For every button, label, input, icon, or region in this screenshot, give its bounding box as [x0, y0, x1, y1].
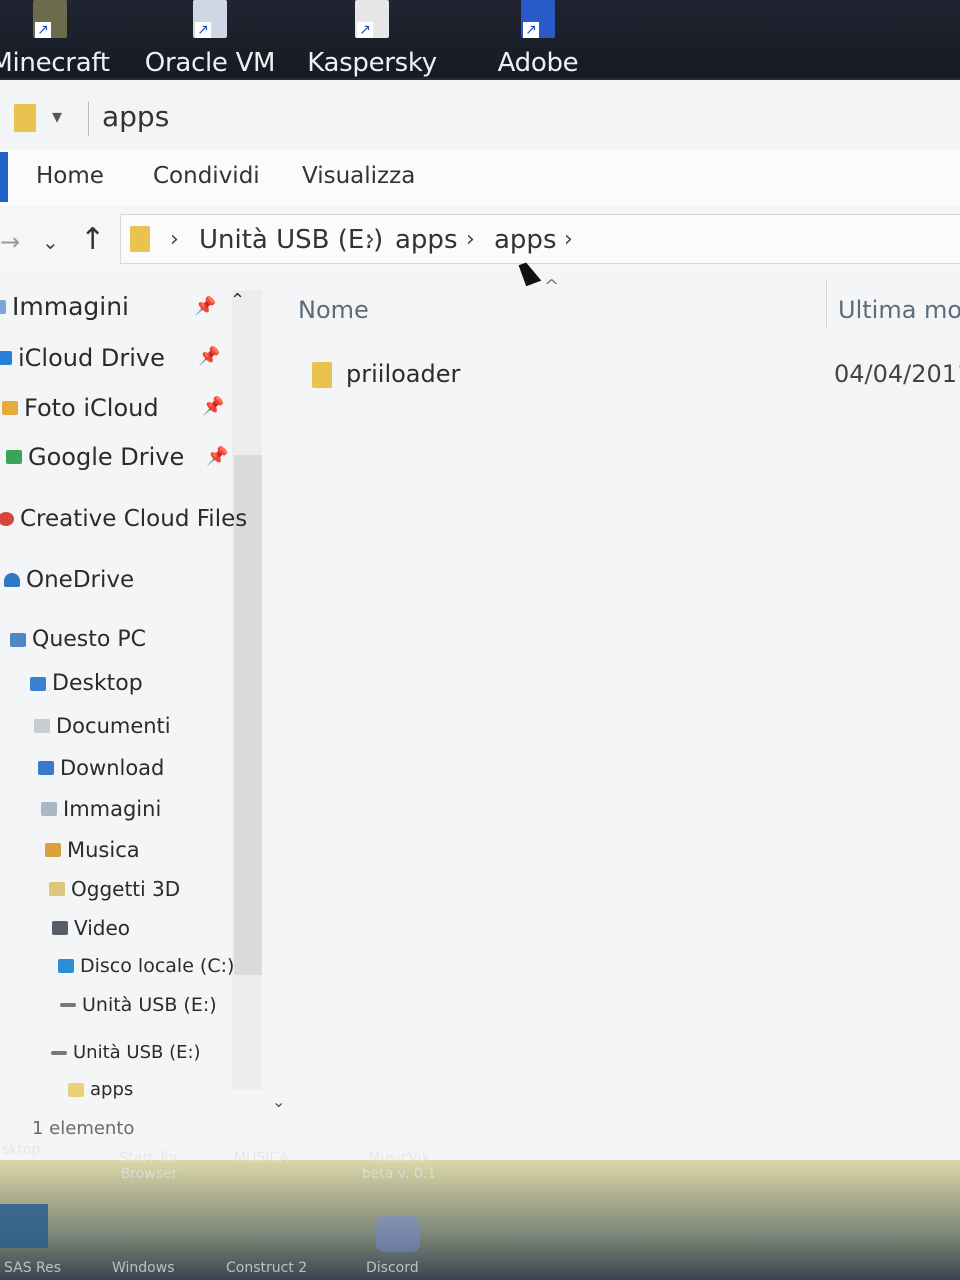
- desktop-icon: [30, 676, 46, 691]
- sidebar-item-apps[interactable]: apps: [68, 1079, 133, 1100]
- desktop-label[interactable]: Discord: [366, 1260, 419, 1276]
- sidebar-item-immagini[interactable]: Immagini: [41, 797, 161, 821]
- sidebar-item-icloud-drive[interactable]: iCloud Drive: [0, 344, 165, 372]
- sidebar-item-desktop[interactable]: Desktop: [30, 671, 143, 696]
- folder-icon: [312, 362, 332, 388]
- download-arrow-icon: [38, 761, 54, 775]
- desktop-label[interactable]: MUSICA: [234, 1150, 289, 1166]
- documents-icon: [34, 719, 50, 733]
- file-name: priiloader: [346, 360, 461, 388]
- sidebar-item-onedrive[interactable]: OneDrive: [4, 567, 134, 593]
- sidebar-item-documenti[interactable]: Documenti: [34, 714, 171, 738]
- breadcrumb-usb-drive[interactable]: Unità USB (E:): [199, 225, 383, 255]
- sidebar-item-questo-pc[interactable]: Questo PC: [10, 627, 146, 652]
- app-tile-icon[interactable]: [0, 1204, 48, 1248]
- address-folder-icon: [130, 226, 150, 252]
- computer-icon: [10, 632, 26, 647]
- quick-access-dropdown-icon[interactable]: ▾: [52, 104, 62, 128]
- file-modified-date: 04/04/2011: [834, 360, 960, 388]
- folder-icon: [14, 104, 36, 132]
- sidebar-item-immagini-pinned[interactable]: Immagini: [0, 292, 129, 321]
- up-arrow-icon[interactable]: ↑: [80, 222, 105, 257]
- pin-icon[interactable]: 📌: [202, 396, 224, 417]
- breadcrumb-chevron-icon[interactable]: ›: [466, 227, 475, 252]
- desktop-label[interactable]: SAS Res: [4, 1260, 61, 1276]
- desktop-top-strip: Minecraft Oracle VM Kaspersky Adobe: [0, 0, 960, 78]
- breadcrumb-apps[interactable]: apps: [395, 225, 458, 255]
- icloud-photos-icon: [2, 401, 18, 415]
- file-tab-accent[interactable]: [0, 152, 8, 202]
- title-separator: [88, 102, 89, 136]
- kaspersky-shortcut-icon: [355, 0, 389, 38]
- recent-locations-chevron-icon[interactable]: ⌄: [42, 230, 59, 254]
- back-arrow-icon[interactable]: →: [0, 228, 20, 256]
- usb-drive-icon: [60, 1003, 76, 1007]
- tab-condividi[interactable]: Condividi: [153, 163, 260, 189]
- tab-home[interactable]: Home: [36, 163, 104, 189]
- scroll-down-chevron-icon[interactable]: ⌄: [272, 1092, 285, 1111]
- onedrive-cloud-icon: [4, 573, 20, 587]
- pictures-icon: [0, 299, 6, 314]
- window-title: apps: [102, 100, 170, 133]
- scroll-up-chevron-icon[interactable]: ⌃: [230, 290, 245, 311]
- desktop-label[interactable]: Construct 2: [226, 1260, 307, 1276]
- tab-visualizza[interactable]: Visualizza: [302, 163, 415, 189]
- ribbon-bar: [0, 150, 960, 207]
- sort-ascending-caret-icon: ^: [544, 276, 560, 297]
- google-drive-icon: [6, 450, 22, 464]
- music-note-icon: [45, 843, 61, 857]
- breadcrumb-apps-current[interactable]: apps: [494, 225, 557, 255]
- icloud-drive-icon: [0, 351, 12, 365]
- video-film-icon: [52, 921, 68, 935]
- column-header-name[interactable]: Nome: [298, 296, 369, 324]
- minecraft-shortcut-icon: [33, 0, 67, 38]
- pin-icon[interactable]: 📌: [206, 446, 228, 467]
- sidebar-scrollbar-thumb[interactable]: [234, 455, 262, 975]
- desktop-label[interactable]: sktop: [2, 1142, 40, 1158]
- desktop-label[interactable]: MusicVix beta v. 0.1: [354, 1150, 444, 1182]
- sidebar-item-oggetti-3d[interactable]: Oggetti 3D: [49, 877, 180, 901]
- sidebar-item-unita-usb-e[interactable]: Unità USB (E:): [60, 994, 217, 1016]
- file-row[interactable]: priiloader 04/04/2011: [300, 352, 960, 398]
- sidebar-item-disco-locale-c[interactable]: Disco locale (C:): [58, 955, 234, 977]
- breadcrumb-chevron-icon[interactable]: ›: [564, 227, 573, 252]
- pictures-icon: [41, 802, 57, 816]
- adobe-shortcut-icon: [521, 0, 555, 38]
- desktop-shortcut-minecraft[interactable]: Minecraft: [0, 0, 130, 78]
- virtualbox-shortcut-icon: [193, 0, 227, 38]
- pin-icon[interactable]: 📌: [198, 346, 220, 367]
- sidebar-item-video[interactable]: Video: [52, 916, 130, 940]
- desktop-shortcut-adobe[interactable]: Adobe: [458, 0, 618, 78]
- windows-drive-icon: [58, 959, 74, 973]
- desktop-shortcut-kaspersky[interactable]: Kaspersky: [292, 0, 452, 78]
- desktop-bottom-area: sktop Start Tor Browser MUSICA MusicVix …: [0, 1142, 960, 1280]
- desktop-label[interactable]: Start Tor Browser: [104, 1150, 194, 1182]
- pin-icon[interactable]: 📌: [194, 296, 216, 317]
- desktop-label[interactable]: Windows: [112, 1260, 175, 1276]
- desktop-shortcut-oracle-vm[interactable]: Oracle VM: [130, 0, 290, 78]
- column-divider[interactable]: [826, 280, 827, 328]
- discord-icon[interactable]: [376, 1216, 420, 1252]
- column-header-modified[interactable]: Ultima mo: [838, 296, 960, 324]
- title-bar: ▾ apps: [0, 80, 960, 152]
- breadcrumb-chevron-icon[interactable]: ›: [170, 227, 179, 252]
- sidebar-item-foto-icloud[interactable]: Foto iCloud: [2, 394, 159, 422]
- sidebar-item-usb-root[interactable]: Unità USB (E:): [51, 1042, 201, 1063]
- usb-drive-icon: [51, 1050, 67, 1055]
- sidebar-item-creative-cloud[interactable]: Creative Cloud Files: [0, 506, 247, 532]
- status-bar-item-count: 1 elemento: [32, 1118, 135, 1139]
- breadcrumb-chevron-icon[interactable]: ›: [366, 227, 375, 252]
- sidebar-item-download[interactable]: Download: [38, 756, 164, 780]
- sidebar-item-google-drive[interactable]: Google Drive: [6, 443, 184, 471]
- 3d-objects-icon: [49, 882, 65, 896]
- folder-icon: [68, 1082, 84, 1097]
- sidebar-item-musica[interactable]: Musica: [45, 838, 140, 862]
